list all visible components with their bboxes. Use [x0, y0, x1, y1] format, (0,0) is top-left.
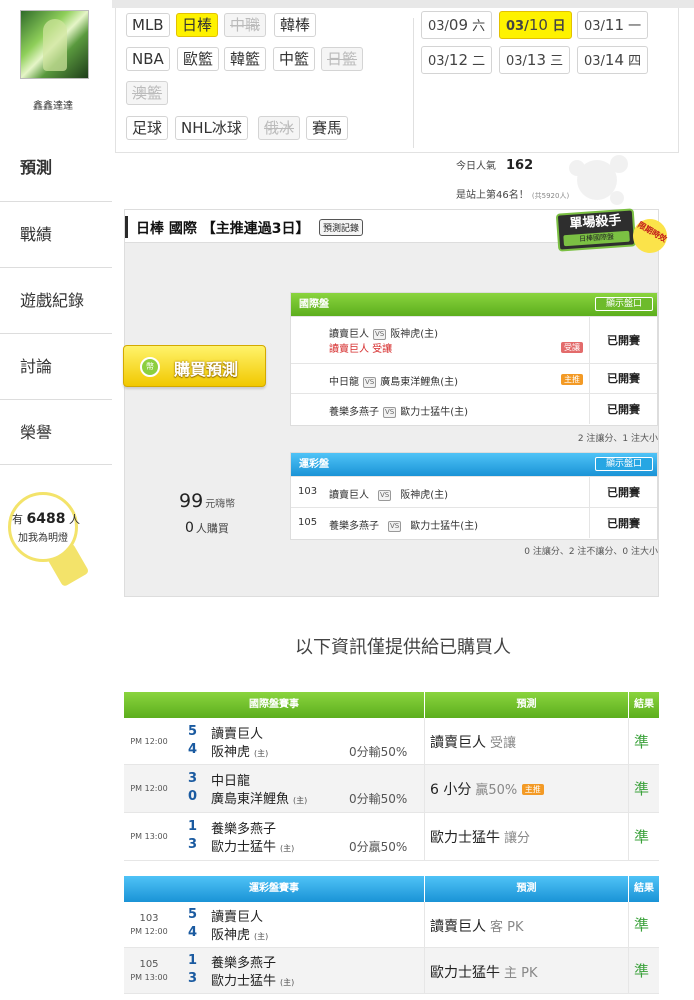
nav-item-honor[interactable]: 榮譽: [0, 399, 112, 465]
match-status: 已開賽: [589, 317, 657, 363]
prediction-title: 日棒 國際 【主推連過3日】: [136, 221, 310, 237]
buyer-count: 0 人購買: [185, 520, 229, 536]
intl-bet-summary: 2 注讓分、1 注大小: [577, 434, 658, 444]
show-odds-button-lottery[interactable]: 顯示盤口: [595, 457, 653, 471]
league-chip-nba[interactable]: NBA: [126, 47, 170, 71]
col-header-result: 結果: [629, 876, 659, 902]
table-row: PM 12:00 3 中日龍 0 廣島東洋鯉魚 (主) 0分輸50% 6 小分 贏5…: [124, 765, 659, 813]
price: 99 元嗨幣: [179, 490, 236, 512]
league-chip-kbo[interactable]: 韓棒: [274, 13, 317, 37]
intl-results-table: 國際盤賽事 預測 結果 PM 12:00 5 讀賣巨人 4 阪神虎 (主) 0分輸…: [124, 692, 659, 862]
splash-decoration-icon: [569, 155, 628, 205]
date-0313[interactable]: 03/13 三: [499, 46, 571, 74]
match-status: 已開賽: [589, 477, 657, 507]
prediction-box: 日棒 國際 【主推連過3日】 預測記錄 99 元嗨幣 0 人購買 幣 購買預測 國際…: [123, 209, 659, 597]
show-odds-button-intl[interactable]: 顯示盤口: [595, 297, 653, 311]
lightbulb-icon[interactable]: [8, 492, 78, 562]
col-header-intl-match: 國際盤賽事: [124, 692, 424, 718]
main-pick-tag: 主推: [561, 374, 583, 385]
intl-row: 讀賣巨人 VS 阪神虎(主) 讀賣巨人 受讓 受讓 已開賽: [291, 316, 657, 363]
sidebar: 鑫鑫達達 預測 戰績 遊戲紀錄 討論 榮譽 有 6488 人 加我為明燈: [0, 0, 112, 1000]
avatar[interactable]: [20, 10, 89, 79]
league-chip-mlb[interactable]: MLB: [126, 13, 170, 37]
buy-prediction-button[interactable]: 幣 購買預測: [123, 345, 266, 387]
rank-stat: 是站上第46名！ (共5920人): [456, 190, 570, 201]
vs-icon: VS: [388, 521, 402, 532]
date-0310[interactable]: 03/10 日: [499, 11, 573, 39]
league-chip-khl: 俄冰: [258, 116, 301, 140]
follow-cta[interactable]: 加我為明燈: [18, 529, 68, 544]
lottery-row: 105 養樂多燕子 VS 歐力士猛牛(主) 已開賽: [291, 507, 657, 538]
league-chip-korea-basketball[interactable]: 韓籃: [224, 47, 267, 71]
lottery-row: 103 讀賣巨人 VS 阪神虎(主) 已開賽: [291, 476, 657, 507]
lottery-bet-summary: 0 注讓分、2 注不讓分、0 注大小: [524, 547, 658, 557]
vs-icon: VS: [378, 490, 392, 501]
vs-icon: VS: [363, 377, 377, 388]
league-chip-horse-racing[interactable]: 賽馬: [306, 116, 349, 140]
table-row: 103 PM 12:00 5 讀賣巨人 4 阪神虎 (主) 讀賣巨人客 PK 準: [124, 902, 659, 948]
profile-card: 鑫鑫達達: [0, 0, 112, 128]
col-header-prediction: 預測: [425, 692, 628, 718]
date-0309[interactable]: 03/09 六: [421, 11, 493, 39]
league-chip-japan-basketball: 日籃: [321, 47, 364, 71]
date-0314[interactable]: 03/14 四: [577, 46, 649, 74]
prediction-record-button[interactable]: 預測記錄: [319, 219, 364, 236]
col-header-result: 結果: [629, 692, 659, 718]
main-content: MLB 日棒 中職 韓棒 NBA 歐籃 韓籃 中籃 日籃 澳籃 足球 NHL冰球…: [112, 0, 694, 1000]
table-row: PM 13:00 1 養樂多燕子 3 歐力士猛牛 (主) 0分贏50% 歐力士猛牛…: [124, 813, 659, 861]
league-chip-aus-basketball: 澳籃: [126, 81, 169, 105]
coin-icon: 幣: [140, 357, 160, 377]
table-row: 105 PM 13:00 1 養樂多燕子 3 歐力士猛牛 (主) 歐力士猛牛主 PK…: [124, 948, 659, 994]
intl-line-header: 國際盤 顯示盤口: [291, 293, 657, 316]
pick-text: 讀賣巨人 受讓: [329, 344, 393, 355]
league-chip-npb[interactable]: 日棒: [176, 13, 219, 37]
main-pick-tag: 主推: [521, 784, 544, 795]
fans-count: 有 6488 人: [12, 511, 80, 527]
intl-row: 中日龍 VS 廣島東洋鯉魚(主) 主推 已開賽: [291, 363, 657, 393]
league-chip-nhl[interactable]: NHL冰球: [175, 116, 248, 140]
league-chip-soccer[interactable]: 足球: [126, 116, 169, 140]
league-chip-china-basketball[interactable]: 中籃: [273, 47, 316, 71]
purchasers-only-message: 以下資訊僅提供給已購買人: [295, 637, 511, 658]
nav-item-game-log[interactable]: 遊戲紀錄: [0, 267, 112, 333]
match-status: 已開賽: [589, 364, 657, 393]
intl-line-group: 國際盤 顯示盤口 讀賣巨人 VS 阪神虎(主) 讀賣巨人 受讓 受讓 已開賽 中日龍…: [290, 292, 658, 426]
pick-tag: 受讓: [561, 342, 583, 353]
col-header-prediction: 預測: [425, 876, 628, 902]
popularity-stat: 今日人氣 162: [456, 158, 534, 173]
nav-item-discussion[interactable]: 討論: [0, 333, 112, 399]
nav-item-record[interactable]: 戰績: [0, 201, 112, 267]
lottery-results-table: 運彩盤賽事 預測 結果 103 PM 12:00 5 讀賣巨人 4 阪神虎 (主) …: [124, 876, 659, 996]
filter-panel: MLB 日棒 中職 韓棒 NBA 歐籃 韓籃 中籃 日籃 澳籃 足球 NHL冰球…: [115, 8, 679, 153]
lottery-line-group: 運彩盤 顯示盤口 103 讀賣巨人 VS 阪神虎(主) 已開賽 105 養樂多燕子 V…: [290, 452, 658, 540]
date-0311[interactable]: 03/11 一: [577, 11, 649, 39]
table-row: PM 12:00 5 讀賣巨人 4 阪神虎 (主) 0分輸50% 讀賣巨人 受讓 準: [124, 718, 659, 765]
match-status: 已開賽: [589, 508, 657, 538]
league-chip-cpbl: 中職: [224, 13, 267, 37]
date-0312[interactable]: 03/12 二: [421, 46, 493, 74]
vs-icon: VS: [383, 407, 397, 418]
match-status: 已開賽: [589, 394, 657, 424]
nav-item-predict[interactable]: 預測: [0, 135, 112, 201]
username[interactable]: 鑫鑫達達: [0, 97, 106, 112]
divider: [413, 18, 414, 148]
single-game-killer-badge: 單場殺手 日棒國際盤: [555, 208, 637, 252]
col-header-lottery-match: 運彩盤賽事: [124, 876, 424, 902]
lottery-line-header: 運彩盤 顯示盤口: [291, 453, 657, 476]
vs-icon: VS: [373, 329, 387, 340]
league-chip-euro-basketball[interactable]: 歐籃: [177, 47, 220, 71]
intl-row: 養樂多燕子 VS 歐力士猛牛(主) 已開賽: [291, 393, 657, 424]
